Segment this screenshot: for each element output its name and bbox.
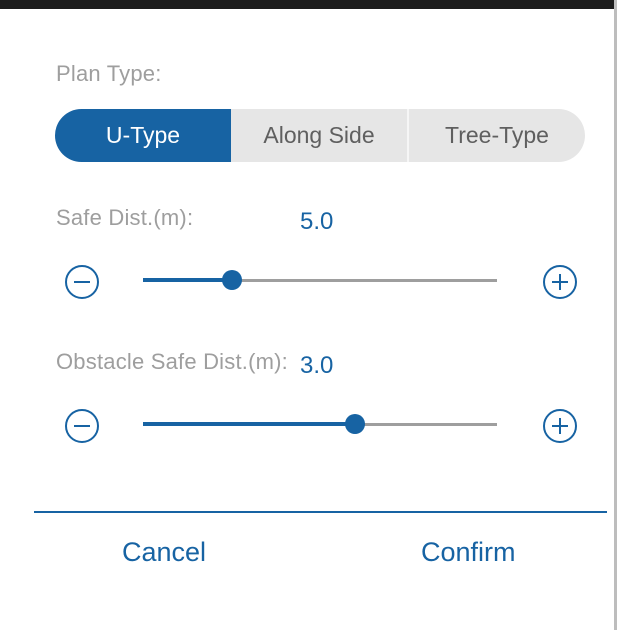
obstacle-safe-dist-value: 3.0 (300, 352, 334, 379)
obstacle-safe-dist-slider[interactable] (143, 414, 497, 434)
safe-dist-value: 5.0 (300, 208, 334, 235)
slider-fill (143, 278, 232, 282)
actions-divider (34, 511, 607, 513)
safe-dist-slider[interactable] (143, 270, 497, 290)
cancel-button[interactable]: Cancel (122, 537, 206, 568)
obstacle-safe-dist-decrease-button[interactable] (65, 409, 99, 443)
plan-type-selector: U-Type Along Side Tree-Type (55, 109, 585, 162)
slider-thumb[interactable] (345, 414, 366, 434)
safe-dist-decrease-button[interactable] (65, 265, 99, 299)
window-top-edge (0, 0, 617, 9)
plan-type-option-along-side[interactable]: Along Side (231, 109, 407, 162)
slider-thumb[interactable] (221, 270, 242, 290)
plan-type-label: Plan Type: (56, 61, 162, 86)
obstacle-safe-dist-label: Obstacle Safe Dist.(m): (56, 349, 288, 374)
slider-fill (143, 422, 356, 426)
plan-type-option-u-type[interactable]: U-Type (55, 109, 231, 162)
safe-dist-increase-button[interactable] (543, 265, 577, 299)
minus-circle-icon (74, 281, 90, 283)
plan-settings-dialog: Plan Type: U-Type Along Side Tree-Type S… (0, 0, 617, 630)
minus-circle-icon (74, 425, 90, 427)
plan-type-option-tree-type[interactable]: Tree-Type (409, 109, 585, 162)
obstacle-safe-dist-increase-button[interactable] (543, 409, 577, 443)
safe-dist-label: Safe Dist.(m): (56, 205, 194, 230)
confirm-button[interactable]: Confirm (421, 537, 516, 568)
